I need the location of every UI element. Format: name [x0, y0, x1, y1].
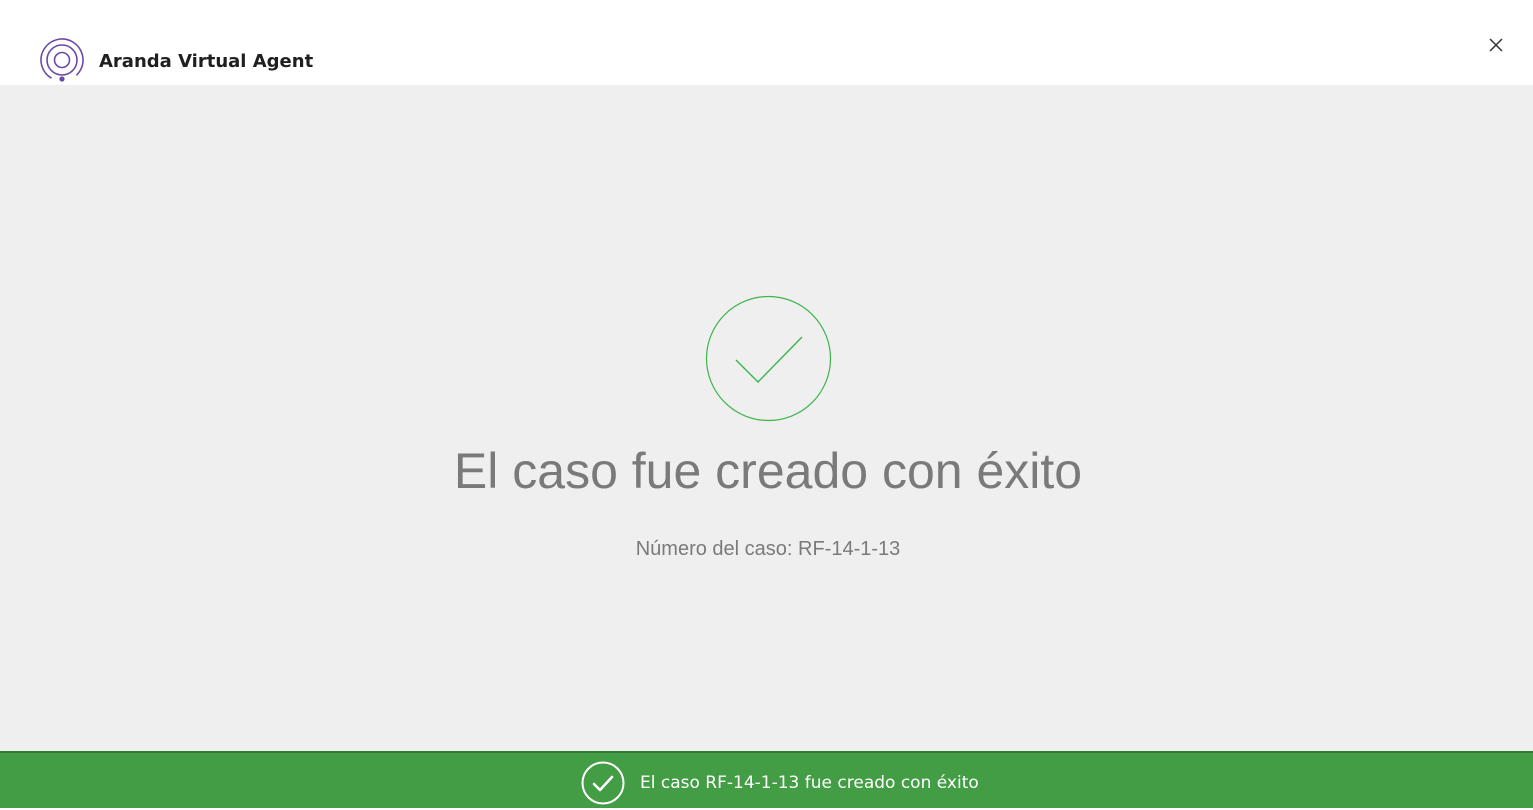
- success-title: El caso fue creado con éxito: [453, 443, 1083, 499]
- close-button[interactable]: [1484, 33, 1508, 57]
- app-title: Aranda Virtual Agent: [99, 51, 314, 72]
- case-number-text: Número del caso: RF-14-1-13: [635, 538, 901, 560]
- success-toast: El caso RF-14-1-13 fue creado con éxito: [0, 751, 1533, 808]
- aranda-logo-icon: [39, 37, 85, 83]
- app-header: Aranda Virtual Agent: [0, 0, 1533, 85]
- toast-checkmark-icon: [581, 761, 625, 805]
- checkmark-circle-icon: [705, 295, 832, 422]
- toast-content: El caso RF-14-1-13 fue creado con éxito: [581, 761, 979, 805]
- success-panel: El caso fue creado con éxito Número del …: [0, 85, 1533, 751]
- close-icon: [1489, 38, 1503, 52]
- toast-message: El caso RF-14-1-13 fue creado con éxito: [640, 773, 979, 793]
